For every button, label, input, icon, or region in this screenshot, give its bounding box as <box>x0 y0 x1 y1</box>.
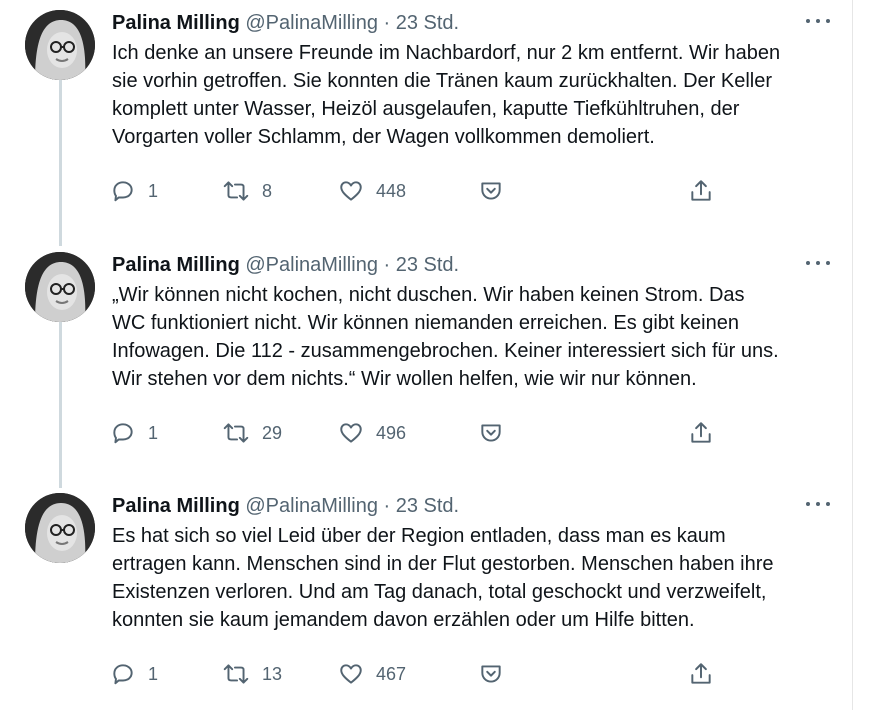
timestamp[interactable]: 23 Std. <box>396 254 459 276</box>
separator: · <box>383 12 391 34</box>
reply-button[interactable]: 1 <box>110 418 158 448</box>
like-count: 448 <box>376 180 407 201</box>
tweet-text-line: Es hat sich so viel Leid über der Region… <box>112 525 726 547</box>
pocket-save-icon <box>478 661 504 687</box>
author-name[interactable]: Palina Milling <box>112 495 240 517</box>
tweet-actions: 1 8 448 <box>0 176 852 206</box>
heart-icon <box>338 661 364 687</box>
like-count: 467 <box>376 663 407 684</box>
heart-icon <box>338 178 364 204</box>
retweet-icon <box>222 420 250 446</box>
author-name[interactable]: Palina Milling <box>112 12 240 34</box>
thread-connector <box>59 320 62 488</box>
tweet-actions: 1 13 467 <box>0 659 852 689</box>
like-count: 496 <box>376 422 407 443</box>
tweet-header: Palina Milling @PalinaMilling · 23 Std. <box>112 10 459 36</box>
like-button[interactable]: 496 <box>338 418 406 448</box>
tweet-text-line: Vorgarten voller Schlamm, der Wagen voll… <box>112 126 655 148</box>
tweet-text-line: Existenzen verloren. Und am Tag danach, … <box>112 581 767 603</box>
tweet-text-line: sie vorhin getroffen. Sie konnten die Tr… <box>112 70 772 92</box>
reply-icon <box>110 420 136 446</box>
author-handle[interactable]: @PalinaMilling <box>245 495 378 517</box>
share-button[interactable] <box>688 176 714 206</box>
reply-button[interactable]: 1 <box>110 659 158 689</box>
reply-icon <box>110 178 136 204</box>
retweet-button[interactable]: 13 <box>222 659 282 689</box>
more-options-icon[interactable] <box>806 11 830 31</box>
retweet-button[interactable]: 29 <box>222 418 282 448</box>
tweet-text: Ich denke an unsere Freunde im Nachbardo… <box>112 39 832 151</box>
pocket-save-button[interactable] <box>478 418 504 448</box>
tweet-header: Palina Milling @PalinaMilling · 23 Std. <box>112 493 459 519</box>
share-icon <box>688 661 714 687</box>
separator: · <box>383 254 391 276</box>
avatar[interactable] <box>25 10 95 80</box>
timestamp[interactable]: 23 Std. <box>396 12 459 34</box>
author-handle[interactable]: @PalinaMilling <box>245 12 378 34</box>
like-button[interactable]: 448 <box>338 176 406 206</box>
retweet-count: 8 <box>262 180 273 201</box>
like-button[interactable]: 467 <box>338 659 406 689</box>
retweet-icon <box>222 178 250 204</box>
tweet-text: Es hat sich so viel Leid über der Region… <box>112 522 832 634</box>
pocket-save-button[interactable] <box>478 659 504 689</box>
more-options-icon[interactable] <box>806 253 830 273</box>
tweet-text-line: Wir stehen vor dem nichts.“ Wir wollen h… <box>112 368 697 390</box>
share-icon <box>688 178 714 204</box>
timestamp[interactable]: 23 Std. <box>396 495 459 517</box>
tweet-text-line: komplett unter Wasser, Heizöl ausgelaufe… <box>112 98 740 120</box>
author-handle[interactable]: @PalinaMilling <box>245 254 378 276</box>
tweet-header: Palina Milling @PalinaMilling · 23 Std. <box>112 252 459 278</box>
reply-count: 1 <box>148 422 159 443</box>
separator: · <box>383 495 391 517</box>
tweet-text-line: „Wir können nicht kochen, nicht duschen.… <box>112 284 745 306</box>
timeline: Palina Milling @PalinaMilling · 23 Std. … <box>0 0 853 710</box>
reply-count: 1 <box>148 663 159 684</box>
reply-count: 1 <box>148 180 159 201</box>
tweet-text-line: konnten sie kaum jemandem davon erzählen… <box>112 609 695 631</box>
tweet-text: „Wir können nicht kochen, nicht duschen.… <box>112 281 832 393</box>
more-options-icon[interactable] <box>806 494 830 514</box>
pocket-save-button[interactable] <box>478 176 504 206</box>
author-name[interactable]: Palina Milling <box>112 254 240 276</box>
share-button[interactable] <box>688 418 714 448</box>
thread-connector <box>59 78 62 246</box>
heart-icon <box>338 420 364 446</box>
tweet-actions: 1 29 496 <box>0 418 852 448</box>
reply-button[interactable]: 1 <box>110 176 158 206</box>
tweet-text-line: ertragen kann. Menschen sind in der Flut… <box>112 553 774 575</box>
retweet-count: 13 <box>262 663 283 684</box>
reply-icon <box>110 661 136 687</box>
tweet-text-line: WC funktioniert nicht. Wir können nieman… <box>112 312 739 334</box>
share-icon <box>688 420 714 446</box>
tweet-text-line: Ich denke an unsere Freunde im Nachbardo… <box>112 42 781 64</box>
retweet-icon <box>222 661 250 687</box>
avatar[interactable] <box>25 493 95 563</box>
pocket-save-icon <box>478 178 504 204</box>
avatar[interactable] <box>25 252 95 322</box>
tweet-text-line: Infowagen. Die 112 - zusammengebrochen. … <box>112 340 779 362</box>
pocket-save-icon <box>478 420 504 446</box>
retweet-count: 29 <box>262 422 283 443</box>
share-button[interactable] <box>688 659 714 689</box>
retweet-button[interactable]: 8 <box>222 176 272 206</box>
